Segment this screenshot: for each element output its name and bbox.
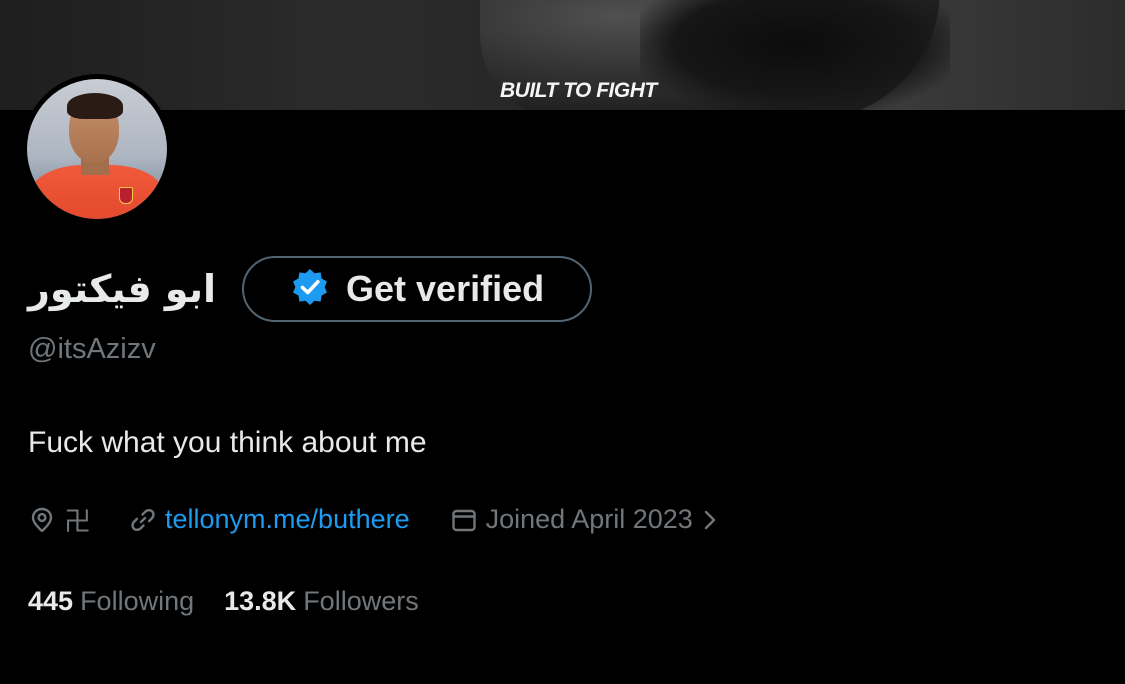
verified-badge-icon bbox=[290, 267, 330, 312]
followers-link[interactable]: 13.8K Followers bbox=[224, 586, 419, 617]
link-icon bbox=[129, 506, 157, 534]
profile-bio: Fuck what you think about me bbox=[28, 426, 427, 459]
profile-meta-row: 卍 tellonym.me/buthere Joined April 2023 bbox=[28, 500, 717, 539]
chevron-right-icon bbox=[703, 509, 717, 531]
avatar[interactable] bbox=[22, 74, 172, 224]
joined-date-text: Joined April 2023 bbox=[485, 504, 693, 534]
user-handle: @itsAzizv bbox=[28, 333, 156, 365]
profile-link[interactable]: tellonym.me/buthere bbox=[129, 504, 410, 535]
display-name: ابو فيكتور bbox=[28, 267, 217, 311]
followers-label: Followers bbox=[303, 586, 419, 616]
following-link[interactable]: 445 Following bbox=[28, 586, 194, 617]
follow-stats: 445 Following 13.8K Followers bbox=[28, 586, 419, 617]
followers-count: 13.8K bbox=[224, 586, 297, 616]
following-label: Following bbox=[80, 586, 195, 616]
banner-text: BUILT TO FIGHT bbox=[500, 79, 657, 102]
profile-link-text: tellonym.me/buthere bbox=[165, 504, 410, 534]
profile-banner[interactable]: BUILT TO FIGHT bbox=[0, 0, 1125, 110]
avatar-hair bbox=[67, 93, 123, 119]
calendar-icon bbox=[450, 506, 478, 534]
get-verified-button[interactable]: Get verified bbox=[242, 256, 593, 322]
joined-date-item[interactable]: Joined April 2023 bbox=[450, 504, 717, 535]
location-pin-icon bbox=[28, 506, 56, 534]
banner-shadow bbox=[640, 0, 950, 110]
avatar-image bbox=[27, 79, 167, 219]
name-row: ابو فيكتور Get verified bbox=[28, 256, 593, 322]
location-item: 卍 bbox=[28, 500, 91, 539]
following-count: 445 bbox=[28, 586, 74, 616]
location-text: 卍 bbox=[64, 507, 91, 538]
get-verified-label: Get verified bbox=[346, 268, 545, 309]
avatar-crest bbox=[119, 187, 133, 204]
